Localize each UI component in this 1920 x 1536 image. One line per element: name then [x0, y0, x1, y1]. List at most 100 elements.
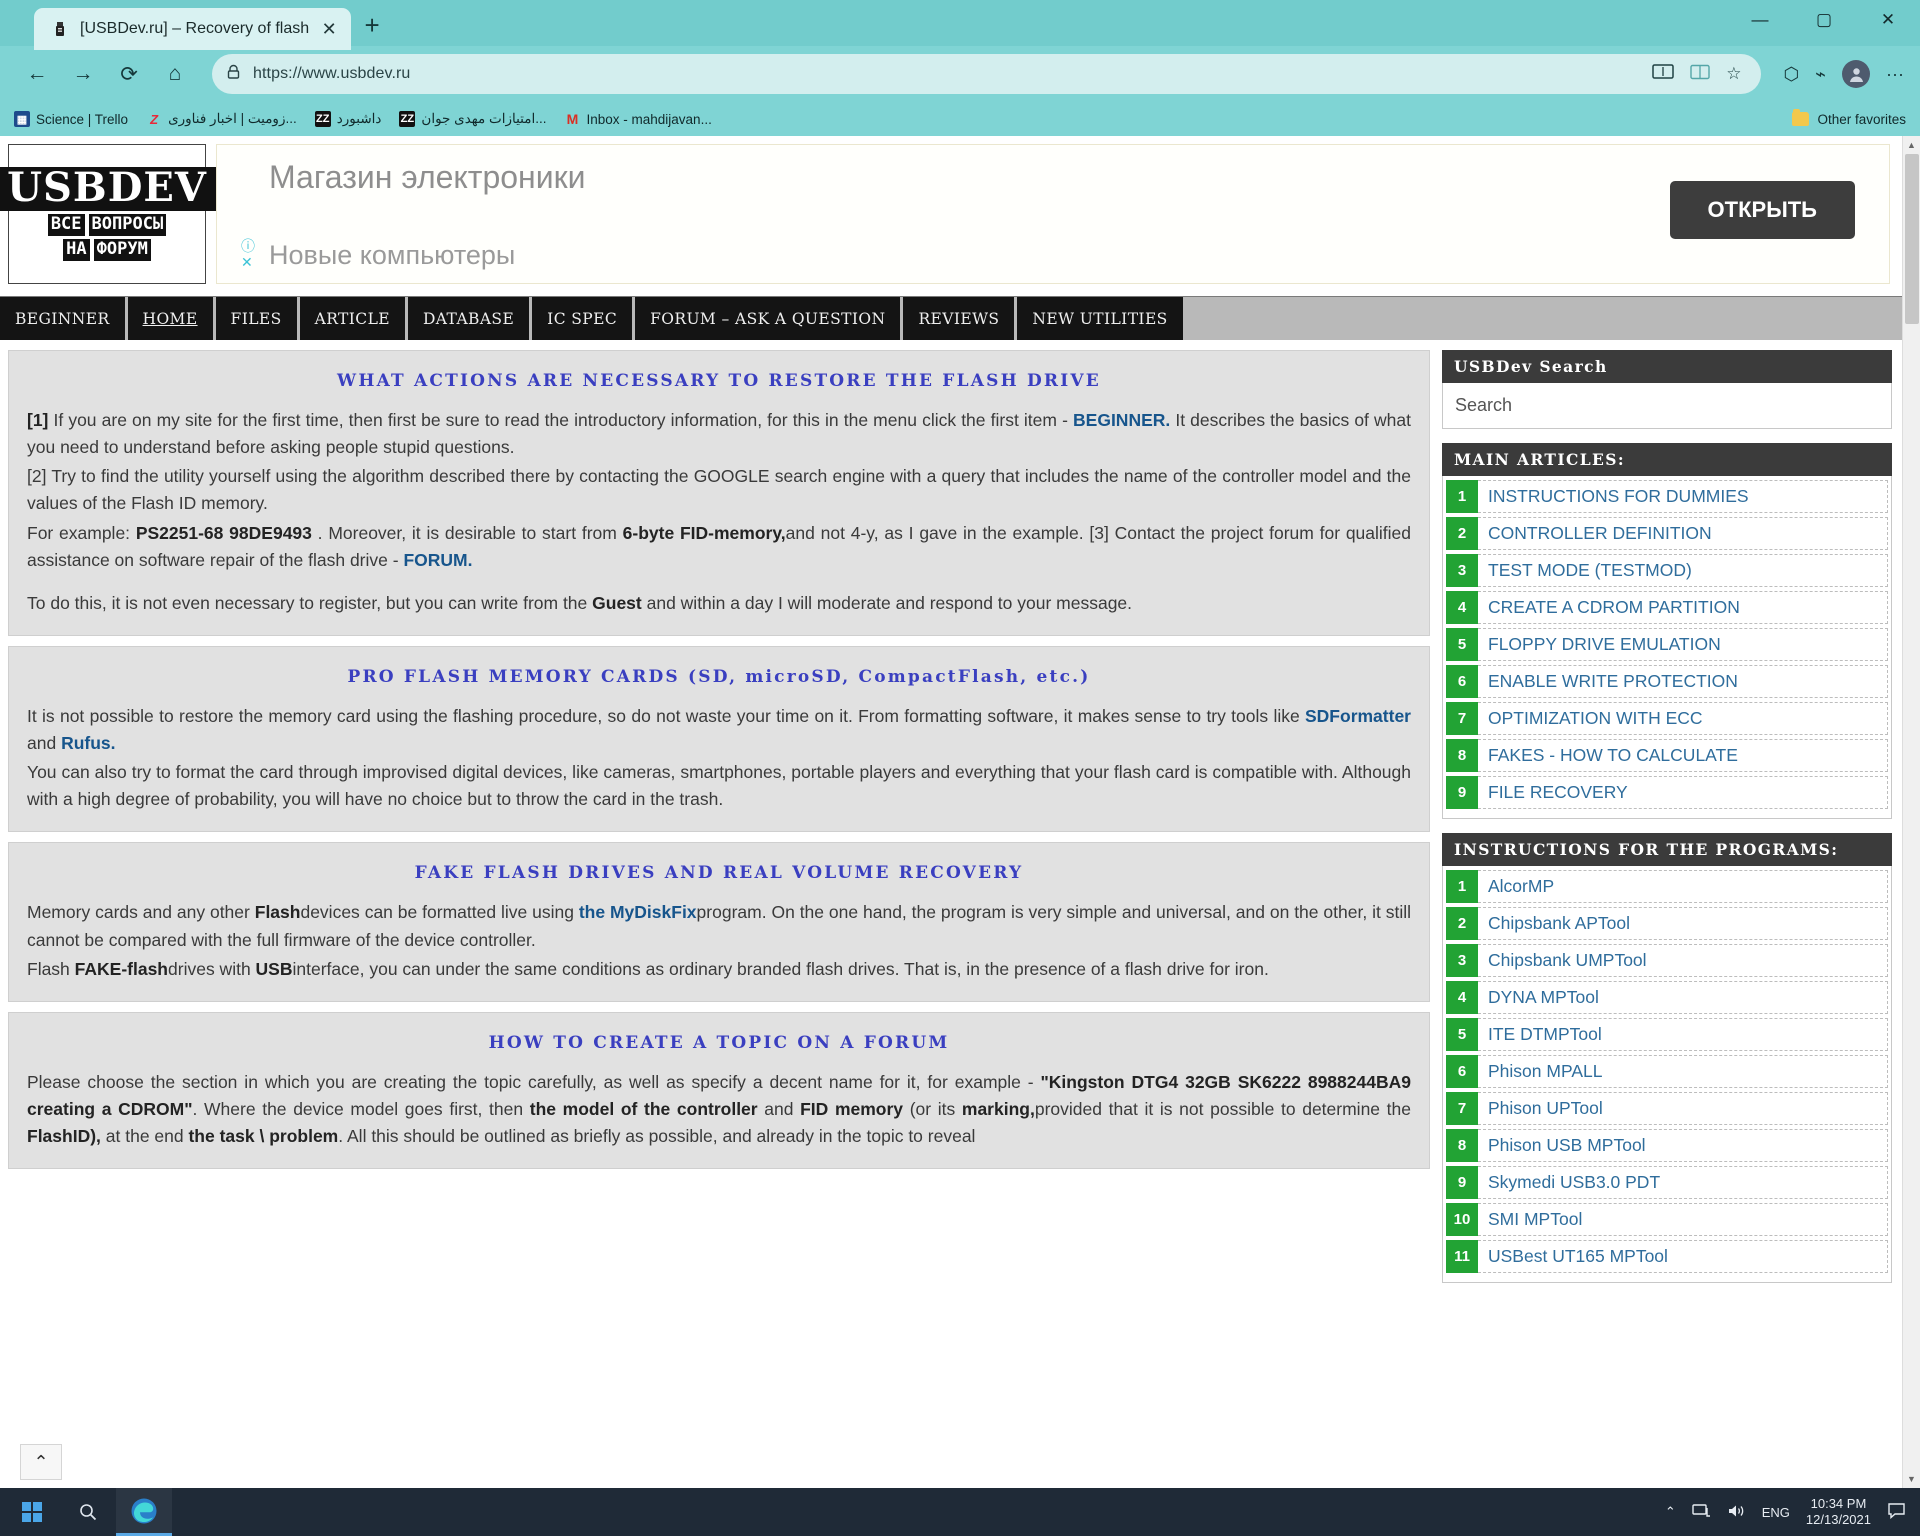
item-number: 10: [1446, 1203, 1478, 1236]
taskbar-search-button[interactable]: [60, 1488, 116, 1536]
favorites-icon[interactable]: ⌁: [1815, 64, 1826, 85]
taskbar-clock[interactable]: 10:34 PM 12/13/2021: [1806, 1496, 1871, 1529]
forum-link[interactable]: FORUM.: [403, 550, 472, 570]
ad-info-icon[interactable]: ⓘ: [241, 239, 255, 253]
beginner-link[interactable]: BEGINNER.: [1073, 410, 1170, 430]
logo-cell: ВОПРОСЫ: [89, 214, 167, 236]
tab-close-icon[interactable]: ✕: [319, 19, 339, 40]
collections-icon[interactable]: ⬡: [1783, 64, 1799, 85]
volume-icon[interactable]: [1727, 1503, 1746, 1522]
nav-item-ic-spec[interactable]: IC SPEC: [532, 297, 632, 340]
new-tab-button[interactable]: +: [351, 4, 393, 46]
profile-avatar-icon[interactable]: [1842, 60, 1870, 88]
clock-time: 10:34 PM: [1806, 1496, 1871, 1512]
nav-item-database[interactable]: DATABASE: [408, 297, 529, 340]
item-label: AlcorMP: [1478, 870, 1888, 903]
scroll-down-icon[interactable]: ▼: [1903, 1470, 1920, 1488]
list-item[interactable]: 1INSTRUCTIONS FOR DUMMIES: [1446, 480, 1888, 513]
other-favorites-button[interactable]: Other favorites: [1792, 112, 1906, 127]
language-indicator[interactable]: ENG: [1762, 1505, 1790, 1520]
list-item[interactable]: 7OPTIMIZATION WITH ECC: [1446, 702, 1888, 735]
list-item[interactable]: 8FAKES - HOW TO CALCULATE: [1446, 739, 1888, 772]
list-item[interactable]: 6Phison MPALL: [1446, 1055, 1888, 1088]
nav-item-article[interactable]: ARTICLE: [300, 297, 405, 340]
system-tray: ⌃ ENG 10:34 PM 12/13/2021: [1665, 1496, 1920, 1529]
rufus-link[interactable]: Rufus.: [61, 733, 115, 753]
nav-item-forum[interactable]: FORUM – ASK A QUESTION: [635, 297, 900, 340]
advertisement-banner[interactable]: Магазин электроники ⓘ ✕ Новые компьютеры…: [216, 144, 1890, 284]
close-window-button[interactable]: ✕: [1856, 0, 1920, 40]
item-number: 7: [1446, 702, 1478, 735]
list-item[interactable]: 4CREATE A CDROM PARTITION: [1446, 591, 1888, 624]
nav-item-files[interactable]: FILES: [216, 297, 297, 340]
taskbar-edge-button[interactable]: [116, 1488, 172, 1536]
list-item[interactable]: 2Chipsbank APTool: [1446, 907, 1888, 940]
home-button[interactable]: ⌂: [154, 53, 196, 95]
bookmark-item[interactable]: M Inbox - mahdijavan...: [565, 111, 712, 127]
split-screen-icon[interactable]: [1690, 64, 1710, 85]
main-content: WHAT ACTIONS ARE NECESSARY TO RESTORE TH…: [8, 350, 1430, 1297]
search-input[interactable]: Search: [1443, 383, 1891, 428]
favorite-star-icon[interactable]: ☆: [1726, 64, 1741, 84]
start-button[interactable]: [4, 1488, 60, 1536]
sdformatter-link[interactable]: SDFormatter: [1305, 706, 1411, 726]
bookmark-item[interactable]: ▦ Science | Trello: [14, 111, 128, 127]
reload-button[interactable]: ⟳: [108, 53, 150, 95]
scroll-up-icon[interactable]: ▲: [1903, 136, 1920, 154]
browser-window: [USBDev.ru] – Recovery of flash ✕ + — ▢ …: [0, 0, 1920, 1536]
list-item[interactable]: 7Phison UPTool: [1446, 1092, 1888, 1125]
article-block: PRO FLASH MEMORY CARDS (SD, microSD, Com…: [8, 646, 1430, 833]
browser-tab[interactable]: [USBDev.ru] – Recovery of flash ✕: [34, 8, 351, 50]
nav-item-beginner[interactable]: BEGINNER: [0, 297, 125, 340]
browser-titlebar: [USBDev.ru] – Recovery of flash ✕ + — ▢ …: [0, 0, 1920, 46]
item-label: USBest UT165 MPTool: [1478, 1240, 1888, 1273]
list-item[interactable]: 10SMI MPTool: [1446, 1203, 1888, 1236]
item-number: 6: [1446, 1055, 1478, 1088]
article-paragraph: [1] If you are on my site for the first …: [27, 407, 1411, 461]
nav-item-home[interactable]: HOME: [128, 297, 213, 340]
list-item[interactable]: 1AlcorMP: [1446, 870, 1888, 903]
minimize-button[interactable]: —: [1728, 0, 1792, 40]
maximize-button[interactable]: ▢: [1792, 0, 1856, 40]
ad-open-button[interactable]: ОТКРЫТЬ: [1670, 181, 1855, 239]
ad-close-icon[interactable]: ✕: [241, 255, 255, 269]
list-item[interactable]: 2CONTROLLER DEFINITION: [1446, 517, 1888, 550]
list-item[interactable]: 9Skymedi USB3.0 PDT: [1446, 1166, 1888, 1199]
list-item[interactable]: 5FLOPPY DRIVE EMULATION: [1446, 628, 1888, 661]
nav-item-reviews[interactable]: REVIEWS: [903, 297, 1014, 340]
omnibox-actions: ☆: [1652, 63, 1747, 85]
item-number: 1: [1446, 480, 1478, 513]
more-options-icon[interactable]: ···: [1886, 64, 1904, 85]
list-item[interactable]: 11USBest UT165 MPTool: [1446, 1240, 1888, 1273]
article-paragraph: [2] Try to find the utility yourself usi…: [27, 463, 1411, 517]
article-paragraph: It is not possible to restore the memory…: [27, 703, 1411, 757]
list-item[interactable]: 5ITE DTMPTool: [1446, 1018, 1888, 1051]
back-button[interactable]: ←: [16, 53, 58, 95]
article-heading: PRO FLASH MEMORY CARDS (SD, microSD, Com…: [27, 667, 1411, 687]
tray-chevron-icon[interactable]: ⌃: [1665, 1504, 1676, 1520]
forward-button[interactable]: →: [62, 53, 104, 95]
address-bar[interactable]: https://www.usbdev.ru ☆: [212, 54, 1761, 94]
network-icon[interactable]: [1692, 1503, 1711, 1522]
list-item[interactable]: 8Phison USB MPTool: [1446, 1129, 1888, 1162]
notification-icon[interactable]: [1887, 1502, 1906, 1522]
list-item[interactable]: 9FILE RECOVERY: [1446, 776, 1888, 809]
list-item[interactable]: 3TEST MODE (TESTMOD): [1446, 554, 1888, 587]
list-item[interactable]: 4DYNA MPTool: [1446, 981, 1888, 1014]
bookmark-item[interactable]: Z زومیت | اخبار فناوری...: [146, 111, 297, 127]
scrollbar-thumb[interactable]: [1905, 154, 1919, 324]
main-articles-title: MAIN ARTICLES:: [1442, 443, 1892, 476]
usbdev-logo[interactable]: USBDEV ВСЕ ВОПРОСЫ НА ФОРУМ: [8, 144, 206, 284]
read-aloud-icon[interactable]: [1652, 63, 1674, 85]
bookmark-item[interactable]: ZZ داشبورد: [315, 111, 382, 127]
bookmark-item[interactable]: ZZ امتیازات مهدی جوان...: [399, 111, 546, 127]
list-item[interactable]: 3Chipsbank UMPTool: [1446, 944, 1888, 977]
clock-date: 12/13/2021: [1806, 1512, 1871, 1528]
bookmark-label: Inbox - mahdijavan...: [587, 112, 712, 127]
nav-item-new-utilities[interactable]: NEW UTILITIES: [1017, 297, 1182, 340]
scroll-to-top-button[interactable]: ⌃: [20, 1444, 62, 1480]
logo-cell: ВСЕ: [48, 214, 85, 236]
mydiskfix-link[interactable]: the MyDiskFix: [579, 902, 697, 922]
list-item[interactable]: 6ENABLE WRITE PROTECTION: [1446, 665, 1888, 698]
page-scrollbar[interactable]: ▲ ▼: [1902, 136, 1920, 1488]
